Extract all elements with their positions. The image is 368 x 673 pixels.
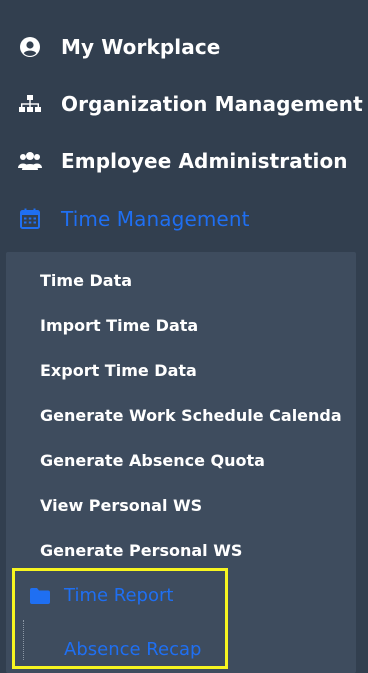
users-icon bbox=[18, 149, 42, 173]
submenu-item-import-time-data[interactable]: Import Time Data bbox=[40, 316, 198, 335]
submenu-item-generate-absence-quota[interactable]: Generate Absence Quota bbox=[40, 451, 265, 470]
menu-item-time-management[interactable]: Time Management bbox=[0, 199, 368, 239]
calendar-icon bbox=[18, 207, 42, 231]
sidebar: My Workplace Organization Management Emp… bbox=[0, 0, 368, 673]
highlight-box bbox=[12, 568, 228, 669]
menu-item-my-workplace[interactable]: My Workplace bbox=[0, 27, 368, 67]
menu-item-label: Time Management bbox=[61, 207, 250, 231]
menu-item-organization-management[interactable]: Organization Management bbox=[0, 84, 368, 124]
sitemap-icon bbox=[18, 92, 42, 116]
menu-item-label: My Workplace bbox=[61, 35, 221, 59]
submenu-item-time-data[interactable]: Time Data bbox=[40, 271, 132, 290]
submenu-item-view-personal-ws[interactable]: View Personal WS bbox=[40, 496, 202, 515]
menu-item-employee-administration[interactable]: Employee Administration bbox=[0, 141, 368, 181]
submenu-item-export-time-data[interactable]: Export Time Data bbox=[40, 361, 197, 380]
menu-item-label: Organization Management bbox=[61, 92, 363, 116]
submenu-item-generate-work-schedule-calendar[interactable]: Generate Work Schedule Calenda bbox=[40, 406, 342, 425]
user-circle-icon bbox=[18, 35, 42, 59]
submenu-item-generate-personal-ws[interactable]: Generate Personal WS bbox=[40, 541, 242, 560]
menu-item-label: Employee Administration bbox=[61, 149, 348, 173]
